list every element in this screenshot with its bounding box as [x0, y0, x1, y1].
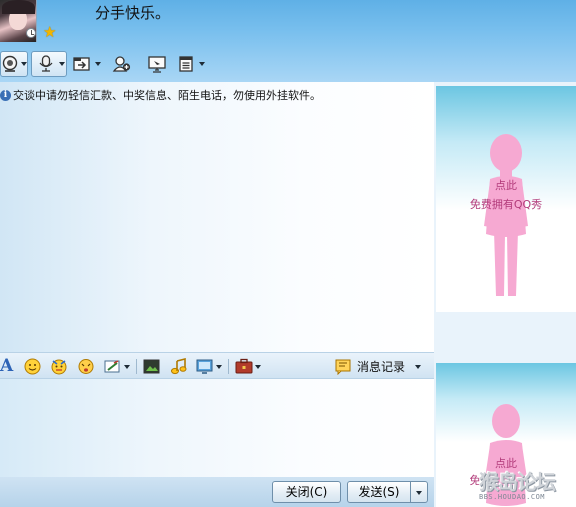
security-notice: i 交谈中请勿轻信汇款、中奖信息、陌生电话，勿使用外挂软件。	[0, 87, 321, 103]
avatar-silhouette-icon	[484, 134, 528, 296]
invite-button[interactable]	[112, 51, 134, 77]
smiley-icon	[24, 358, 41, 375]
chevron-down-icon	[416, 491, 422, 495]
send-options-button[interactable]	[410, 481, 428, 503]
qqshow-line1: 点此	[495, 179, 517, 192]
security-notice-text: 交谈中请勿轻信汇款、中奖信息、陌生电话，勿使用外挂软件。	[13, 89, 321, 102]
music-button[interactable]	[170, 358, 188, 375]
file-transfer-button[interactable]	[72, 51, 102, 77]
message-history-button[interactable]: 消息记录	[335, 358, 422, 375]
video-call-button[interactable]	[0, 51, 28, 77]
chevron-down-icon	[216, 364, 222, 369]
remote-assist-icon	[148, 56, 166, 73]
chat-header: ★ 分手快乐。	[0, 0, 576, 82]
watermark: 猴岛论坛 BBS.HOUDAO.COM	[479, 466, 576, 507]
shake-button[interactable]	[77, 358, 95, 375]
toolbox-button[interactable]	[235, 358, 261, 375]
qqshow-panel[interactable]: 点此 免费拥有QQ秀	[436, 86, 576, 312]
shake-window-icon	[78, 359, 94, 374]
watermark-url: BBS.HOUDAO.COM	[479, 493, 546, 501]
screen-capture-button[interactable]	[196, 358, 222, 375]
history-icon	[335, 359, 351, 375]
format-toolbar: A 消息记录	[0, 352, 434, 379]
chevron-down-icon	[199, 62, 205, 66]
app-menu-icon	[179, 56, 193, 72]
font-icon: A	[0, 356, 14, 376]
image-icon	[143, 359, 160, 374]
message-history-area[interactable]: i 交谈中请勿轻信汇款、中奖信息、陌生电话，勿使用外挂软件。	[0, 82, 434, 352]
top-toolbar	[0, 51, 230, 77]
font-button[interactable]: A	[0, 358, 13, 375]
emoji-button[interactable]	[24, 358, 41, 375]
chevron-down-icon	[124, 364, 130, 369]
contact-signature: 分手快乐。	[95, 4, 171, 22]
send-button[interactable]: 发送(S)	[347, 481, 411, 503]
chevron-down-icon	[21, 62, 27, 66]
qqshow-line2[interactable]: 免费拥有QQ秀	[436, 197, 576, 212]
music-note-icon	[171, 358, 187, 375]
chevron-down-icon	[415, 364, 422, 369]
toolbar-divider	[136, 359, 137, 374]
star-icon[interactable]: ★	[43, 25, 56, 40]
voice-call-button[interactable]	[31, 51, 67, 77]
add-contact-icon	[112, 56, 131, 72]
bottom-button-bar: 关闭(C) 发送(S)	[0, 477, 434, 507]
message-input[interactable]	[0, 379, 434, 477]
info-icon: i	[0, 89, 11, 101]
chevron-down-icon	[59, 62, 65, 66]
message-history-label: 消息记录	[357, 360, 406, 374]
toolbar-divider	[228, 359, 229, 374]
monitor-icon	[196, 359, 213, 374]
close-button[interactable]: 关闭(C)	[272, 481, 341, 503]
app-menu-button[interactable]	[177, 51, 211, 77]
toolbox-icon	[235, 358, 253, 374]
remote-assist-button[interactable]	[147, 51, 169, 77]
chevron-down-icon	[255, 364, 261, 369]
send-image-button[interactable]	[143, 358, 160, 375]
magic-face-icon	[51, 359, 67, 375]
screenshot-button[interactable]	[104, 358, 130, 375]
magic-emoji-button[interactable]	[50, 358, 68, 375]
chevron-down-icon	[95, 62, 101, 66]
scissors-icon	[104, 360, 120, 373]
watermark-title: 猴岛论坛	[479, 470, 556, 494]
video-icon	[2, 55, 18, 72]
status-clock-icon	[26, 28, 36, 38]
microphone-icon	[39, 55, 53, 72]
file-transfer-icon	[73, 57, 90, 71]
